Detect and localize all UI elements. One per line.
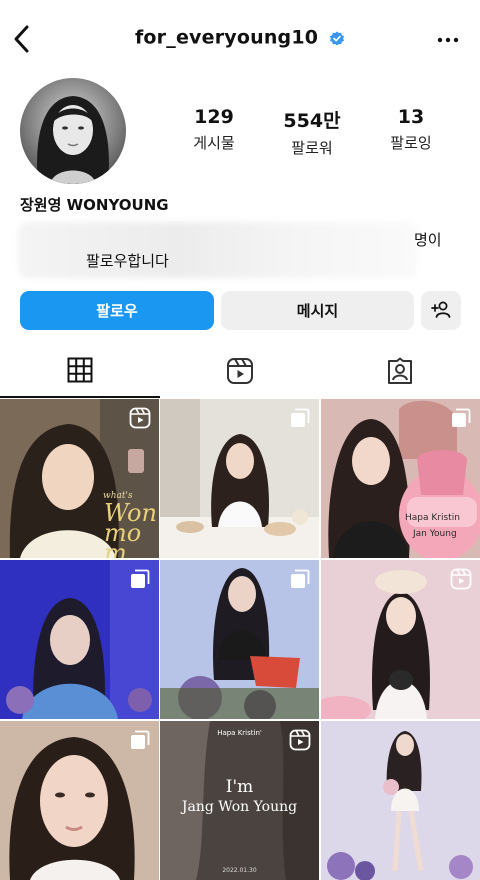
tab-reels[interactable] xyxy=(160,348,320,398)
add-user-button[interactable] xyxy=(421,291,461,330)
reels-icon xyxy=(450,568,472,590)
post-thumbnail[interactable]: Hapa Kristin Jan Young xyxy=(321,399,480,558)
reels-icon xyxy=(289,729,311,751)
multi-post-icon xyxy=(289,407,311,429)
stat-label: 게시물 xyxy=(193,134,235,152)
avatar[interactable] xyxy=(20,78,126,184)
more-horizontal-icon[interactable] xyxy=(436,28,460,52)
tab-tagged[interactable] xyxy=(320,348,480,398)
stat-label: 팔로잉 xyxy=(390,134,432,152)
post-thumbnail[interactable] xyxy=(160,560,319,719)
stat-posts[interactable]: 129 게시물 xyxy=(159,106,269,153)
post-caption: Won mom xyxy=(104,499,157,558)
multi-post-icon xyxy=(289,568,311,590)
multi-post-icon xyxy=(129,729,151,751)
stat-followers[interactable]: 554만 팔로워 xyxy=(257,106,367,158)
blurred-followers-preview xyxy=(18,222,418,278)
post-title-line1: I'm xyxy=(225,777,254,797)
profile-tabs xyxy=(0,348,480,398)
profile-username-header: for_everyoung10 xyxy=(0,26,480,49)
follow-button[interactable]: 팔로우 xyxy=(20,291,214,330)
post-thumbnail[interactable] xyxy=(321,721,480,880)
tagged-icon xyxy=(386,357,414,389)
post-caption: Hapa Kristin xyxy=(405,513,460,523)
post-date: 2022.01.30 xyxy=(222,867,257,874)
post-thumbnail[interactable] xyxy=(0,560,159,719)
multi-post-icon xyxy=(450,407,472,429)
post-thumbnail[interactable]: what's Won mom xyxy=(0,399,159,558)
reels-icon xyxy=(226,357,254,389)
stat-value: 13 xyxy=(397,106,425,128)
verified-badge-icon xyxy=(329,30,345,46)
username: for_everyoung10 xyxy=(134,26,319,49)
post-thumbnail[interactable]: Hapa Kristin' I'm Jang Won Young 2022.01… xyxy=(160,721,319,880)
stat-label: 팔로워 xyxy=(291,139,333,157)
post-caption-line2: Jan Young xyxy=(413,529,457,539)
stat-value: 554만 xyxy=(283,110,341,132)
reels-icon xyxy=(129,407,151,429)
stat-following[interactable]: 13 팔로잉 xyxy=(356,106,466,153)
post-thumbnail[interactable] xyxy=(0,721,159,880)
post-thumbnail[interactable] xyxy=(321,560,480,719)
add-person-icon xyxy=(431,300,451,322)
message-button[interactable]: 메시지 xyxy=(221,291,414,330)
multi-post-icon xyxy=(129,568,151,590)
grid-icon xyxy=(67,357,93,387)
followed-by-tail: 명이 xyxy=(414,231,442,249)
profile-display-name: 장원영 WONYOUNG xyxy=(20,196,169,214)
post-thumbnail[interactable] xyxy=(160,399,319,558)
top-bar: for_everyoung10 xyxy=(0,0,480,76)
followed-by-text[interactable]: 팔로우합니다 xyxy=(86,250,169,271)
post-title-line2: Jang Won Young xyxy=(181,799,298,815)
stat-value: 129 xyxy=(194,106,234,128)
tab-grid[interactable] xyxy=(0,348,160,398)
